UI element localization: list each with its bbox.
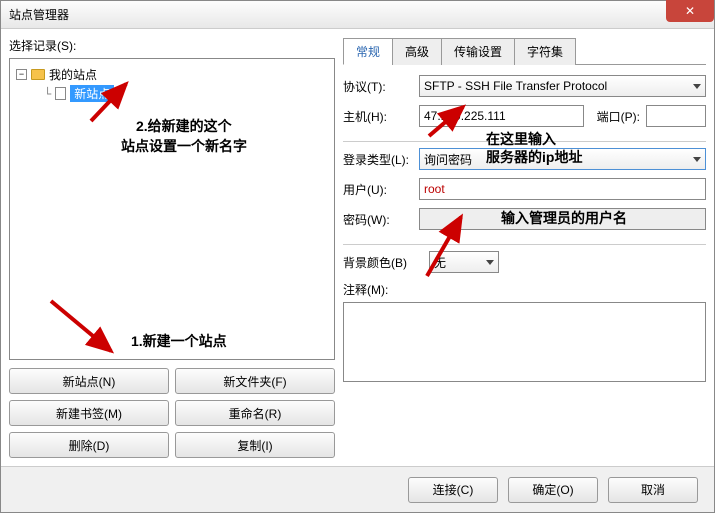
tree-root-label: 我的站点 (49, 66, 97, 83)
site-buttons: 新站点(N) 新文件夹(F) 新建书签(M) 重命名(R) 删除(D) 复制(I… (9, 368, 335, 458)
new-folder-button[interactable]: 新文件夹(F) (175, 368, 335, 394)
tree-item-label: 新站点 (70, 85, 114, 102)
new-site-button[interactable]: 新站点(N) (9, 368, 169, 394)
bgcolor-label: 背景颜色(B) (343, 254, 423, 271)
user-label: 用户(U): (343, 181, 413, 198)
close-button[interactable]: ✕ (666, 0, 714, 22)
cancel-button[interactable]: 取消 (608, 477, 698, 503)
protocol-label: 协议(T): (343, 78, 413, 95)
logon-type-value: 询问密码 (424, 151, 472, 168)
port-input[interactable] (646, 105, 706, 127)
tab-transfer[interactable]: 传输设置 (441, 38, 515, 65)
tree-branch-icon: └ (44, 87, 51, 101)
ok-button[interactable]: 确定(O) (508, 477, 598, 503)
tree-root-row[interactable]: − 我的站点 (16, 65, 328, 84)
chevron-down-icon (486, 260, 494, 265)
logon-type-select[interactable]: 询问密码 (419, 148, 706, 170)
protocol-select[interactable]: SFTP - SSH File Transfer Protocol (419, 75, 706, 97)
site-tree[interactable]: − 我的站点 └ 新站点 (9, 58, 335, 360)
collapse-icon[interactable]: − (16, 69, 27, 80)
delete-button[interactable]: 删除(D) (9, 432, 169, 458)
tab-general[interactable]: 常规 (343, 38, 393, 65)
logon-type-label: 登录类型(L): (343, 151, 413, 168)
dialog-buttons: 连接(C) 确定(O) 取消 (1, 466, 714, 512)
left-panel: 选择记录(S): − 我的站点 └ 新站点 新站点(N) 新文件夹(F) 新建书… (9, 37, 335, 458)
right-panel: 常规 高级 传输设置 字符集 协议(T): SFTP - SSH File Tr… (343, 37, 706, 458)
close-icon: ✕ (685, 4, 695, 18)
titlebar: 站点管理器 ✕ (1, 1, 714, 29)
site-manager-window: 站点管理器 ✕ 选择记录(S): − 我的站点 └ 新站点 新站点( (0, 0, 715, 513)
chevron-down-icon (693, 84, 701, 89)
tab-charset[interactable]: 字符集 (514, 38, 576, 65)
tabs: 常规 高级 传输设置 字符集 (343, 37, 706, 65)
window-title: 站点管理器 (9, 6, 706, 23)
password-input[interactable] (419, 208, 706, 230)
comment-textarea[interactable] (343, 302, 706, 382)
chevron-down-icon (693, 157, 701, 162)
divider (343, 244, 706, 245)
bgcolor-select[interactable]: 无 (429, 251, 499, 273)
bgcolor-value: 无 (434, 254, 446, 271)
tree-item-row[interactable]: └ 新站点 (16, 84, 328, 103)
user-input[interactable] (419, 178, 706, 200)
password-label: 密码(W): (343, 211, 413, 228)
port-label: 端口(P): (590, 108, 640, 125)
rename-button[interactable]: 重命名(R) (175, 400, 335, 426)
host-input[interactable] (419, 105, 584, 127)
host-label: 主机(H): (343, 108, 413, 125)
new-bookmark-button[interactable]: 新建书签(M) (9, 400, 169, 426)
divider (343, 141, 706, 142)
copy-button[interactable]: 复制(I) (175, 432, 335, 458)
protocol-value: SFTP - SSH File Transfer Protocol (424, 79, 607, 93)
tab-advanced[interactable]: 高级 (392, 38, 442, 65)
folder-icon (31, 69, 45, 80)
select-entry-label: 选择记录(S): (9, 37, 335, 54)
site-icon (55, 87, 66, 100)
connect-button[interactable]: 连接(C) (408, 477, 498, 503)
comment-label: 注释(M): (343, 281, 706, 298)
